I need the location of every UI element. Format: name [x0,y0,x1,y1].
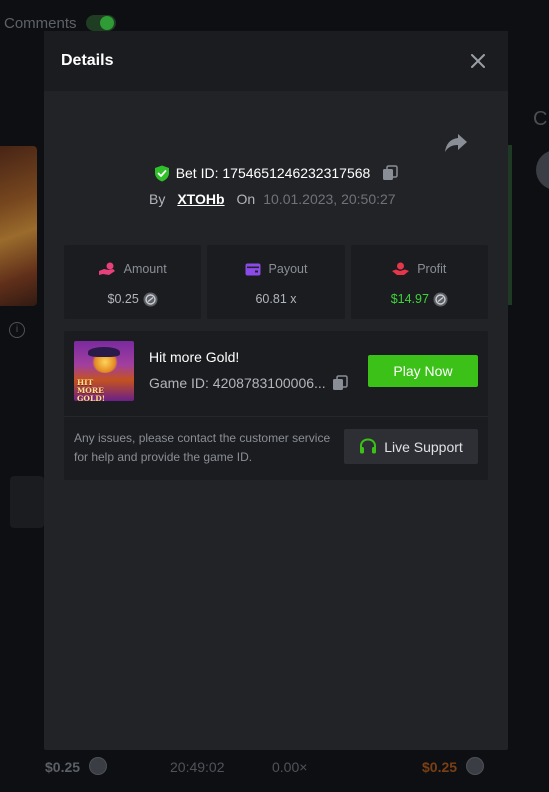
bet-author-row: By XTOHb On 10.01.2023, 20:50:27 [149,189,396,209]
coin-icon [433,292,448,307]
game-id: Game ID: 4208783100006... [149,375,326,391]
stat-label: Amount [123,262,167,276]
comments-label: Comments [4,15,77,32]
support-text: Any issues, please contact the customer … [74,431,331,464]
bg-profit: $0.25 [422,759,458,775]
bg-amount: $0.25 [45,759,81,775]
share-icon[interactable] [444,132,468,154]
wallet-icon [245,263,261,276]
username-link[interactable]: XTOHb [177,191,224,207]
bet-stats: Amount $0.25 Payout 60.81 x Profit $14.9… [64,245,488,319]
bet-details-modal: Details Bet ID: 1754651246232317568 By X… [44,31,508,750]
bg-multiplier: 0.00× [272,759,308,775]
close-icon[interactable] [468,51,488,71]
stat-label: Profit [417,262,447,276]
stat-value: 60.81 x [255,292,297,306]
game-id-row: Game ID: 4208783100006... [149,374,348,392]
play-now-button[interactable]: Play Now [368,355,478,387]
bg-time: 20:49:02 [170,759,225,775]
stat-value: $14.97 [390,292,429,306]
background-avatar [536,150,549,190]
background-bet-row: $0.25 20:49:02 0.00× $0.25 [0,752,549,782]
modal-header: Details [44,31,508,91]
stat-profit: Profit $14.97 [350,245,488,319]
background-strip [508,145,512,305]
live-support-label: Live Support [384,438,463,455]
coin-icon [89,757,107,775]
headset-icon [359,438,377,455]
hand-coin-icon [392,262,410,276]
stat-label: Payout [268,262,308,276]
game-thumbnail-title: HIT MORE GOLD! [77,378,106,402]
bet-date: 10.01.2023, 20:50:27 [263,191,396,207]
stat-amount: Amount $0.25 [64,245,202,319]
stat-value: $0.25 [107,292,139,306]
comments-toggle[interactable] [86,15,116,31]
divider [64,416,488,417]
background-heading-partial: C [533,108,548,130]
game-thumbnail[interactable]: HIT MORE GOLD! [74,341,134,401]
background-panel [10,476,44,528]
live-support-button[interactable]: Live Support [344,429,478,464]
background-game-thumbnail [0,146,37,306]
game-card: HIT MORE GOLD! Hit more Gold! Game ID: 4… [64,331,488,480]
copy-icon[interactable] [332,375,348,391]
bet-id: Bet ID: 1754651246232317568 [175,165,371,181]
coins-hand-icon [98,262,116,276]
info-icon: i [9,322,25,338]
game-name: Hit more Gold! [149,349,240,365]
by-label: By [149,191,166,207]
copy-icon[interactable] [382,165,399,181]
stat-payout: Payout 60.81 x [207,245,345,319]
coin-icon [466,757,484,775]
verified-shield-icon [154,165,170,182]
bet-id-row: Bet ID: 1754651246232317568 [44,162,508,184]
modal-title: Details [61,52,114,69]
on-label: On [236,191,256,207]
coin-icon [143,292,158,307]
